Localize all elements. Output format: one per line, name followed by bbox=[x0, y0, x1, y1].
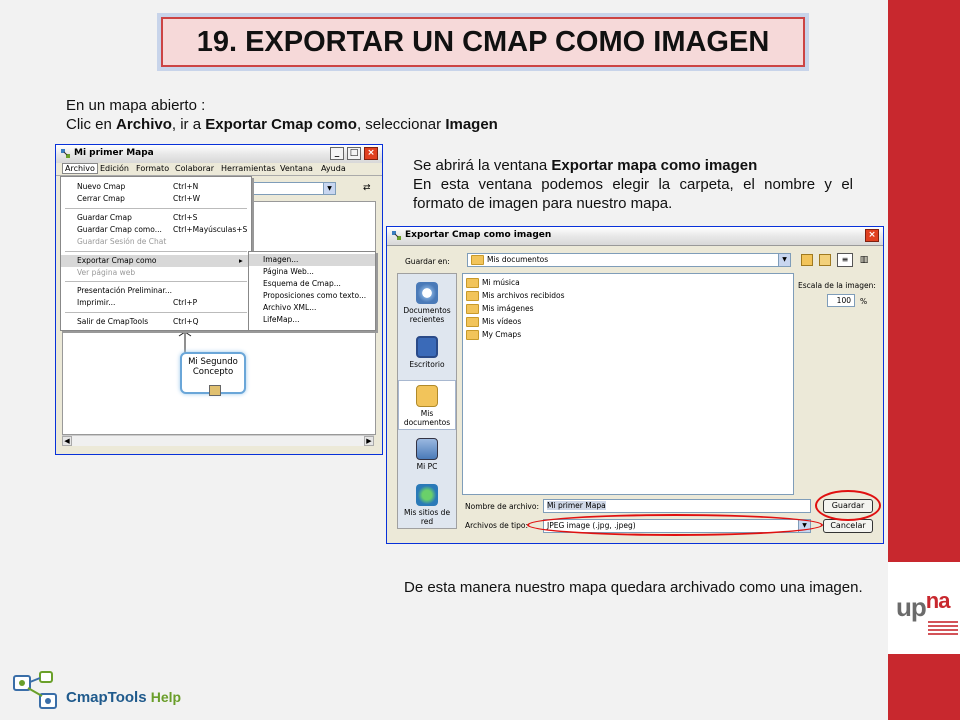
network-places-icon bbox=[416, 484, 438, 506]
toolbar-arrow-icon[interactable]: ⇄ bbox=[363, 183, 371, 193]
menu-item-salir[interactable]: Salir de CmapTools Ctrl+Q bbox=[61, 316, 251, 328]
conclusion-text: De esta manera nuestro mapa quedara arch… bbox=[404, 579, 863, 596]
upna-logo-up: up bbox=[896, 592, 927, 622]
intro-text: En un mapa abierto : Clic en Archivo, ir… bbox=[66, 96, 586, 134]
my-documents-icon bbox=[416, 385, 438, 407]
folder-icon bbox=[466, 317, 479, 327]
menu-item-guardar-como[interactable]: Guardar Cmap como... Ctrl+Mayúsculas+S bbox=[61, 224, 251, 236]
filename-label: Nombre de archivo: bbox=[465, 502, 539, 511]
cancel-button[interactable]: Cancelar bbox=[823, 519, 873, 533]
highlight-save-ring bbox=[815, 490, 881, 521]
menu-archivo[interactable]: Archivo bbox=[62, 163, 98, 174]
export-submenu: Imagen... Página Web... Esquema de Cmap.… bbox=[248, 251, 376, 331]
cmap-window-titlebar: Mi primer Mapa _ □ × bbox=[56, 145, 382, 164]
details-view-icon[interactable]: ▥ bbox=[856, 253, 872, 267]
list-item[interactable]: Mis archivos recibidos bbox=[466, 290, 564, 301]
file-menu: Nuevo Cmap Ctrl+N Cerrar Cmap Ctrl+W Guard… bbox=[60, 176, 252, 331]
slide-title-box: 19. EXPORTAR UN CMAP COMO IMAGEN bbox=[161, 17, 805, 67]
scale-label: Escala de la imagen: bbox=[798, 281, 876, 290]
list-item[interactable]: Mis imágenes bbox=[466, 303, 533, 314]
folder-icon bbox=[466, 278, 479, 288]
folder-icon bbox=[466, 291, 479, 301]
folder-icon bbox=[466, 304, 479, 314]
dialog-description: Se abrirá la ventana Exportar mapa como … bbox=[413, 157, 853, 212]
menu-herramientas[interactable]: Herramientas bbox=[221, 164, 276, 173]
save-in-dropdown[interactable]: Mis documentos ▼ bbox=[467, 253, 791, 267]
list-item[interactable]: Mis vídeos bbox=[466, 316, 521, 327]
menu-item-guardar-cmap[interactable]: Guardar Cmap Ctrl+S bbox=[61, 212, 251, 224]
my-computer-icon bbox=[416, 438, 438, 460]
resource-icon[interactable] bbox=[209, 385, 221, 396]
place-network[interactable]: Mis sitios de red bbox=[398, 484, 456, 526]
menu-edicion[interactable]: Edición bbox=[100, 164, 129, 173]
menu-formato[interactable]: Formato bbox=[136, 164, 169, 173]
folder-icon bbox=[471, 255, 484, 265]
filetype-label: Archivos de tipo: bbox=[465, 521, 528, 530]
horizontal-scrollbar[interactable]: ◀ ▶ bbox=[62, 435, 374, 446]
export-dialog: Exportar Cmap como imagen × Guardar en: … bbox=[386, 226, 884, 544]
filename-input[interactable]: Mi primer Mapa bbox=[543, 499, 811, 513]
toolbar-dropdown[interactable]: ▼ bbox=[248, 182, 336, 195]
menu-item-exportar-cmap-como[interactable]: Exportar Cmap como ▸ bbox=[61, 255, 251, 267]
cmaptools-logo-icon bbox=[13, 671, 57, 709]
submenu-arrow-icon: ▸ bbox=[239, 256, 243, 265]
file-list[interactable]: Mi música Mis archivos recibidos Mis imá… bbox=[462, 273, 794, 495]
menu-item-guardar-sesion: Guardar Sesión de Chat bbox=[77, 237, 167, 246]
submenu-item-archivo-xml[interactable]: Archivo XML... bbox=[249, 302, 375, 314]
menu-item-ver-pagina-web: Ver página web bbox=[77, 268, 136, 277]
up-folder-icon[interactable] bbox=[801, 254, 813, 266]
list-item[interactable]: My Cmaps bbox=[466, 329, 521, 340]
menu-ventana[interactable]: Ventana bbox=[280, 164, 313, 173]
cmap-window-title: Mi primer Mapa bbox=[74, 148, 154, 158]
menu-item-nuevo-cmap[interactable]: Nuevo Cmap Ctrl+N bbox=[61, 181, 251, 193]
place-desktop[interactable]: Escritorio bbox=[398, 336, 456, 369]
submenu-item-lifemap[interactable]: LifeMap... bbox=[249, 314, 375, 326]
menu-colaborar[interactable]: Colaborar bbox=[175, 164, 214, 173]
place-my-documents[interactable]: Mis documentos bbox=[398, 380, 456, 430]
maximize-button[interactable]: □ bbox=[347, 147, 361, 160]
export-dialog-titlebar: Exportar Cmap como imagen × bbox=[387, 227, 883, 246]
chevron-down-icon: ▼ bbox=[323, 183, 335, 194]
list-item[interactable]: Mi música bbox=[466, 277, 520, 288]
place-recent[interactable]: Documentos recientes bbox=[398, 282, 456, 324]
place-my-pc[interactable]: Mi PC bbox=[398, 438, 456, 471]
minimize-button[interactable]: _ bbox=[330, 147, 344, 160]
submenu-item-esquema[interactable]: Esquema de Cmap... bbox=[249, 278, 375, 290]
highlight-filetype-ring bbox=[527, 514, 823, 536]
upna-logo-lines bbox=[928, 621, 958, 637]
folder-icon bbox=[466, 330, 479, 340]
upna-logo: upna bbox=[896, 588, 950, 623]
menu-item-cerrar-cmap[interactable]: Cerrar Cmap Ctrl+W bbox=[61, 193, 251, 205]
intro-line-2: Clic en Archivo, ir a Exportar Cmap como… bbox=[66, 116, 498, 133]
cmap-app-icon bbox=[61, 149, 70, 158]
scale-unit: % bbox=[860, 297, 868, 306]
slide-title: 19. EXPORTAR UN CMAP COMO IMAGEN bbox=[196, 25, 770, 58]
cmaptools-help-brand: CmapTools Help bbox=[66, 689, 182, 706]
scale-input[interactable]: 100 bbox=[827, 294, 855, 307]
scroll-right-icon[interactable]: ▶ bbox=[364, 436, 374, 446]
recent-documents-icon bbox=[416, 282, 438, 304]
cmap-window: Mi primer Mapa _ □ × Archivo Edición For… bbox=[55, 144, 383, 455]
menu-item-imprimir[interactable]: Imprimir... Ctrl+P bbox=[61, 297, 251, 309]
places-bar: Documentos recientes Escritorio Mis docu… bbox=[397, 273, 457, 529]
desktop-icon bbox=[416, 336, 438, 358]
cmap-app-icon bbox=[392, 231, 401, 240]
dialog-close-button[interactable]: × bbox=[865, 229, 879, 242]
export-dialog-title: Exportar Cmap como imagen bbox=[405, 230, 552, 240]
scroll-left-icon[interactable]: ◀ bbox=[62, 436, 72, 446]
save-in-label: Guardar en: bbox=[405, 257, 450, 266]
upna-logo-na: na bbox=[925, 588, 951, 613]
submenu-item-pagina-web[interactable]: Página Web... bbox=[249, 266, 375, 278]
cmap-menubar: Archivo Edición Formato Colaborar Herram… bbox=[56, 163, 382, 176]
menu-ayuda[interactable]: Ayuda bbox=[321, 164, 346, 173]
submenu-item-proposiciones[interactable]: Proposiciones como texto... bbox=[249, 290, 375, 302]
submenu-item-imagen[interactable]: Imagen... bbox=[249, 254, 375, 266]
menu-item-presentacion[interactable]: Presentación Preliminar... bbox=[61, 285, 251, 297]
list-view-icon[interactable]: ≡ bbox=[837, 253, 853, 267]
new-folder-icon[interactable] bbox=[819, 254, 831, 266]
intro-line-1: En un mapa abierto : bbox=[66, 97, 206, 114]
chevron-down-icon: ▼ bbox=[778, 254, 790, 266]
close-button[interactable]: × bbox=[364, 147, 378, 160]
